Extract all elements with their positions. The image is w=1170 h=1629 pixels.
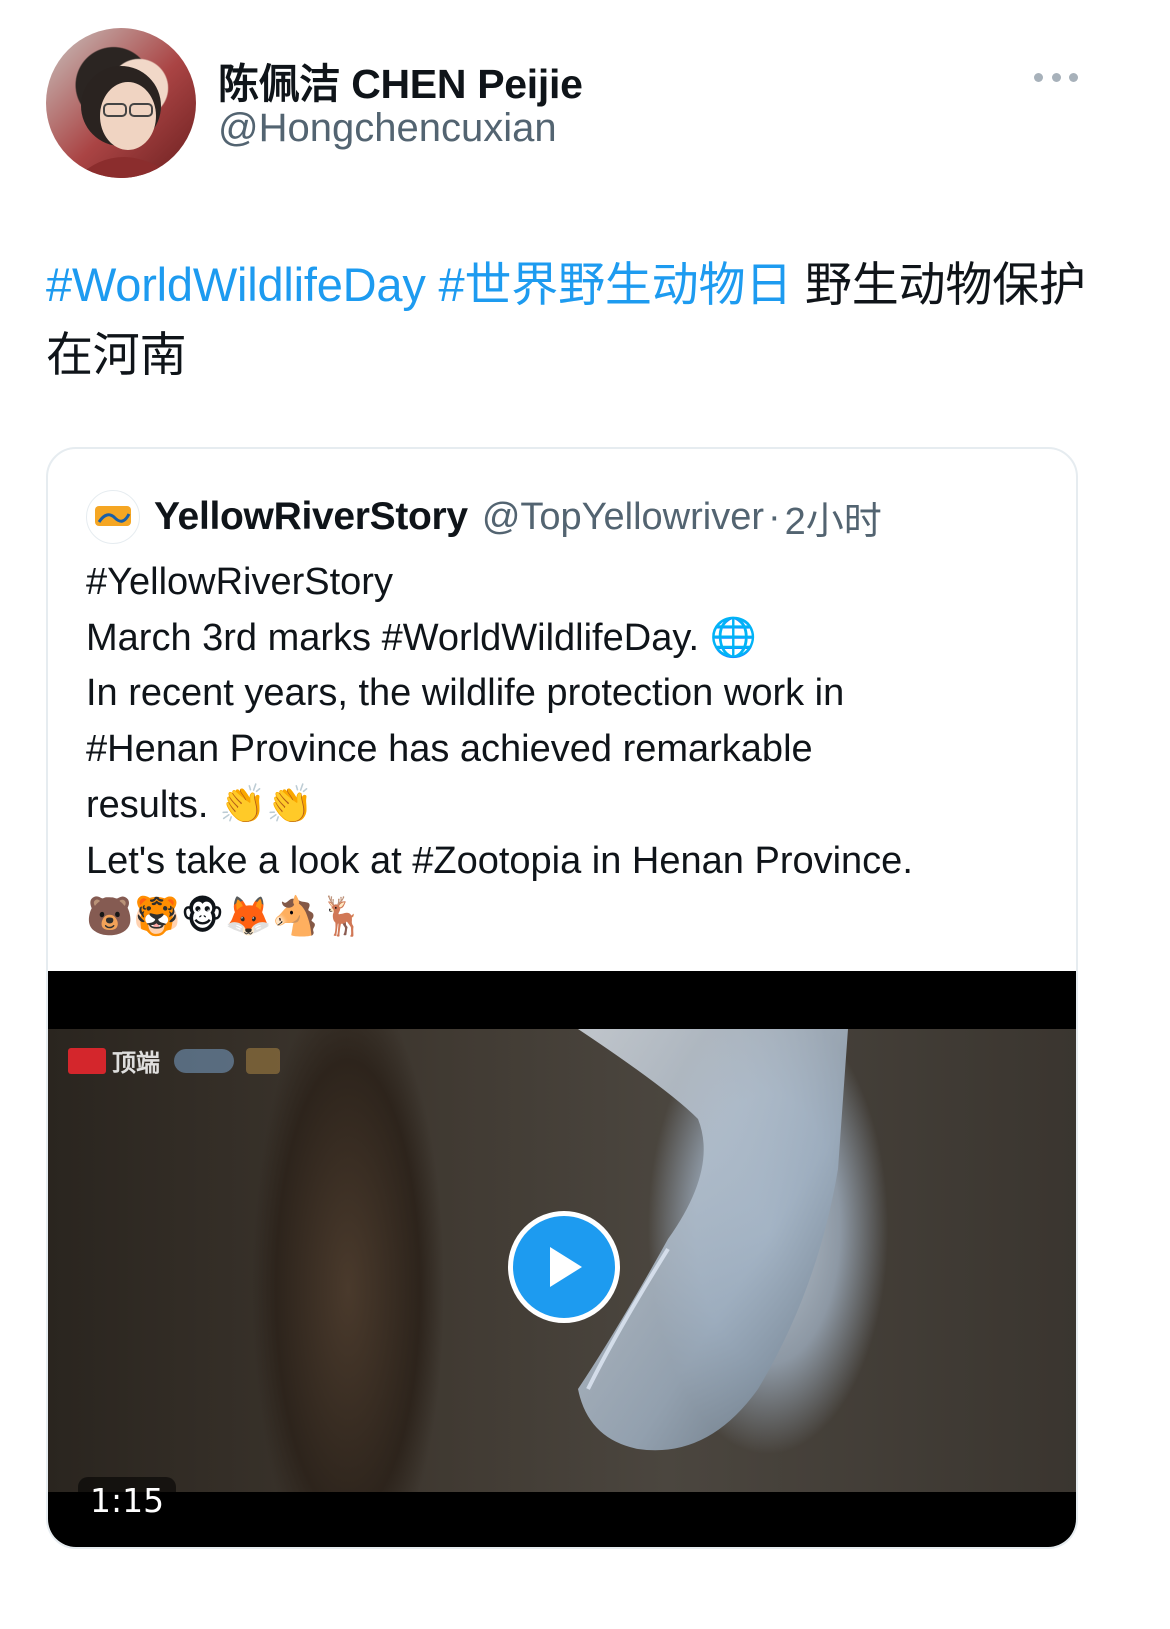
author-display-name[interactable]: 陈佩洁 CHEN Peijie bbox=[218, 50, 583, 110]
quoted-text-line: #Henan Province has achieved remarkable bbox=[86, 728, 813, 771]
quoted-text-line: In recent years, the wildlife protection… bbox=[86, 672, 845, 715]
quoted-text-line: #YellowRiverStory bbox=[86, 561, 393, 603]
quoted-tweet-text: #YellowRiverStory March 3rd marks #World… bbox=[86, 555, 1056, 945]
quoted-text-line: March 3rd marks #WorldWildlifeDay. 🌐 bbox=[86, 616, 757, 659]
author-handle[interactable]: @Hongchencuxian bbox=[218, 106, 557, 151]
author-avatar[interactable] bbox=[46, 28, 196, 178]
quoted-author-handle[interactable]: @TopYellowriver bbox=[482, 496, 764, 539]
logo-mark bbox=[246, 1047, 280, 1074]
channel-logo: 顶端 bbox=[68, 1043, 280, 1078]
hashtag-link[interactable]: #世界野生动物日 bbox=[439, 258, 793, 311]
quoted-author-avatar[interactable] bbox=[86, 490, 140, 544]
more-options-icon[interactable] bbox=[1034, 60, 1078, 94]
video-duration: 1:15 bbox=[78, 1477, 177, 1524]
tweet-text: #WorldWildlifeDay #世界野生动物日 野生动物保护在河南 bbox=[46, 250, 1106, 390]
play-button[interactable] bbox=[508, 1211, 620, 1323]
quoted-text-line: results. 👏👏 bbox=[86, 783, 314, 826]
play-icon bbox=[550, 1247, 582, 1287]
hashtag-link[interactable]: #WorldWildlifeDay bbox=[46, 258, 426, 311]
separator-dot: · bbox=[768, 495, 781, 538]
quoted-text-line: Let's take a look at #Zootopia in Henan … bbox=[86, 839, 913, 882]
logo-text: 顶端 bbox=[112, 1050, 160, 1077]
quoted-tweet-header: YellowRiverStory @TopYellowriver · 2小时 bbox=[86, 489, 882, 545]
logo-mark bbox=[174, 1048, 234, 1073]
quoted-author-name[interactable]: YellowRiverStory bbox=[154, 495, 468, 539]
animal-emoji-line: 🐻🐯🐵🦊🐴🦌 bbox=[86, 894, 367, 939]
quoted-tweet-time[interactable]: 2小时 bbox=[785, 490, 882, 545]
quoted-tweet-card[interactable]: YellowRiverStory @TopYellowriver · 2小时 #… bbox=[46, 447, 1078, 1549]
video-player[interactable]: 顶端 1:15 bbox=[48, 971, 1076, 1547]
logo-red-badge bbox=[68, 1047, 106, 1074]
